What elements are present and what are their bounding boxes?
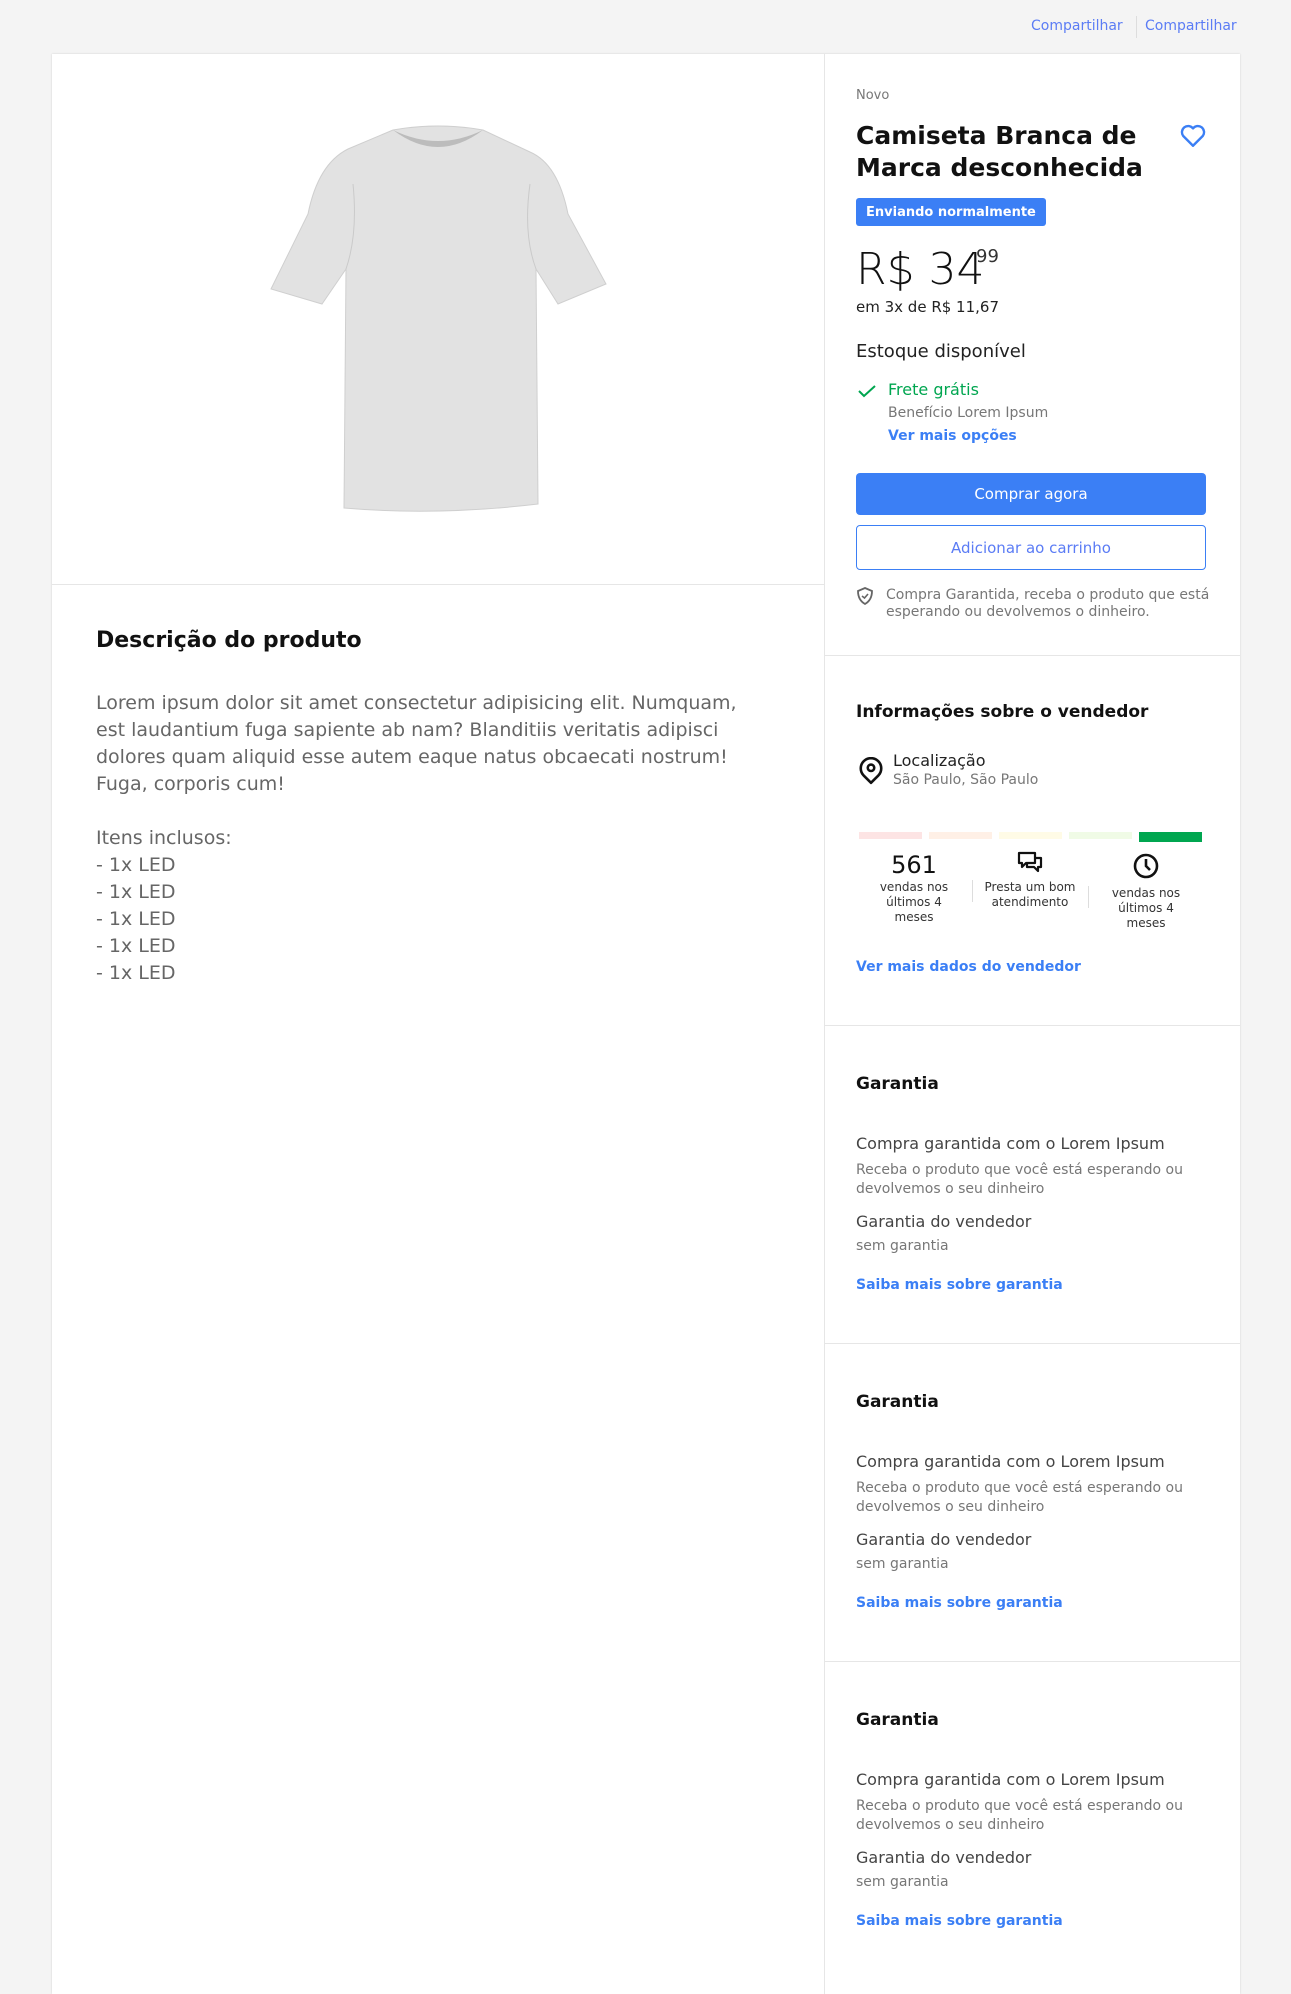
- sales-stat: 561 vendas nos últimos 4 meses: [864, 850, 964, 925]
- service-label: Presta um bom: [984, 880, 1076, 894]
- title-line: Marca desconhecida: [856, 153, 1143, 182]
- shipping-benefit: Benefício Lorem Ipsum: [888, 405, 1049, 421]
- sales-label: vendas nos: [879, 880, 949, 894]
- warranty-desc-line: Receba o produto que você está esperando…: [856, 1798, 1183, 1814]
- sales-count: 561: [891, 851, 937, 879]
- warranty-guaranteed: Compra garantida com o Lorem Ipsum: [856, 1134, 1165, 1153]
- seller-title: Informações sobre o vendedor: [856, 702, 1149, 722]
- free-shipping: Frete grátis: [888, 380, 979, 399]
- clock-icon: [1133, 853, 1159, 879]
- guarantee-note: Compra Garantida, receba o produto que e…: [886, 587, 1209, 621]
- seller-warranty-value: sem garantia: [856, 1874, 949, 1890]
- warranty-desc: Receba o produto que você está esperando…: [856, 1479, 1183, 1517]
- heart-icon[interactable]: [1180, 124, 1206, 148]
- product-title: Camiseta Branca de Marca desconhecida: [856, 120, 1143, 184]
- guarantee-line: esperando ou devolvemos o dinheiro.: [886, 604, 1150, 620]
- title-line: Camiseta Branca de: [856, 121, 1137, 150]
- price: R$ 34: [856, 244, 985, 295]
- warranty-more-link[interactable]: Saiba mais sobre garantia: [856, 1595, 1063, 1611]
- section-divider: [824, 1025, 1240, 1026]
- sales-label: últimos 4: [886, 895, 942, 909]
- warranty-title: Garantia: [856, 1074, 939, 1094]
- sales-label: meses: [894, 910, 934, 924]
- section-divider: [824, 1661, 1240, 1662]
- seller-warranty-title: Garantia do vendedor: [856, 1212, 1032, 1231]
- warranty-desc-line: devolvemos o seu dinheiro: [856, 1817, 1045, 1833]
- location-label: Localização: [893, 751, 986, 770]
- stock-label: Estoque disponível: [856, 341, 1026, 362]
- price-cents: 99: [976, 246, 999, 267]
- chat-bubbles-icon: [1017, 851, 1043, 873]
- items-title: Itens inclusos:: [96, 827, 232, 849]
- more-options-link[interactable]: Ver mais opções: [888, 428, 1017, 444]
- shipping-badge: Enviando normalmente: [856, 198, 1046, 226]
- item: - 1x LED: [96, 908, 176, 930]
- description-line: Lorem ipsum dolor sit amet consectetur a…: [96, 692, 737, 714]
- service-stat: Presta um bom atendimento: [975, 850, 1085, 910]
- description-line: dolores quam aliquid esse autem eaque na…: [96, 746, 728, 768]
- warranty-desc-line: Receba o produto que você está esperando…: [856, 1480, 1183, 1496]
- add-to-cart-button[interactable]: Adicionar ao carrinho: [856, 525, 1206, 570]
- stat-divider: [972, 880, 973, 902]
- item: - 1x LED: [96, 854, 176, 876]
- time-label: vendas nos: [1111, 886, 1181, 900]
- reputation-level-4: [1069, 832, 1132, 839]
- tshirt-image: [270, 125, 607, 512]
- share-link-1[interactable]: Compartilhar: [1031, 18, 1123, 34]
- reputation-level-3: [999, 832, 1062, 839]
- warranty-title: Garantia: [856, 1392, 939, 1412]
- warranty-title: Garantia: [856, 1710, 939, 1730]
- service-label: atendimento: [991, 895, 1069, 909]
- seller-more-link[interactable]: Ver mais dados do vendedor: [856, 959, 1081, 975]
- seller-warranty-value: sem garantia: [856, 1556, 949, 1572]
- description-title: Descrição do produto: [96, 628, 362, 653]
- description-text: Lorem ipsum dolor sit amet consectetur a…: [96, 690, 737, 987]
- buy-now-button[interactable]: Comprar agora: [856, 473, 1206, 515]
- seller-warranty-title: Garantia do vendedor: [856, 1848, 1032, 1867]
- guarantee-line: Compra Garantida, receba o produto que e…: [886, 587, 1210, 603]
- description-line: Fuga, corporis cum!: [96, 773, 285, 795]
- warranty-desc-line: devolvemos o seu dinheiro: [856, 1181, 1045, 1197]
- check-icon: [858, 385, 876, 398]
- item: - 1x LED: [96, 962, 176, 984]
- column-divider: [824, 54, 825, 1994]
- section-divider: [824, 655, 1240, 656]
- item: - 1x LED: [96, 935, 176, 957]
- warranty-desc-line: Receba o produto que você está esperando…: [856, 1162, 1183, 1178]
- warranty-more-link[interactable]: Saiba mais sobre garantia: [856, 1913, 1063, 1929]
- seller-warranty-title: Garantia do vendedor: [856, 1530, 1032, 1549]
- reputation-level-5: [1139, 832, 1202, 842]
- share-link-2[interactable]: Compartilhar: [1145, 18, 1237, 34]
- image-divider: [52, 584, 824, 585]
- warranty-desc: Receba o produto que você está esperando…: [856, 1797, 1183, 1835]
- item: - 1x LED: [96, 881, 176, 903]
- description-line: est laudantium fuga sapiente ab nam? Bla…: [96, 719, 719, 741]
- warranty-guaranteed: Compra garantida com o Lorem Ipsum: [856, 1770, 1165, 1789]
- warranty-more-link[interactable]: Saiba mais sobre garantia: [856, 1277, 1063, 1293]
- location-value: São Paulo, São Paulo: [893, 772, 1039, 788]
- section-divider: [824, 1343, 1240, 1344]
- share-divider: [1136, 16, 1137, 38]
- reputation-level-2: [929, 832, 992, 839]
- time-label: meses: [1126, 916, 1166, 930]
- reputation-level-1: [859, 832, 922, 839]
- time-label: últimos 4: [1118, 901, 1174, 915]
- condition-label: Novo: [856, 88, 890, 103]
- warranty-guaranteed: Compra garantida com o Lorem Ipsum: [856, 1452, 1165, 1471]
- location-pin-icon: [859, 757, 883, 785]
- warranty-desc: Receba o produto que você está esperando…: [856, 1161, 1183, 1199]
- product-card: [52, 54, 1240, 1994]
- installments: em 3x de R$ 11,67: [856, 298, 999, 316]
- time-stat: vendas nos últimos 4 meses: [1096, 852, 1196, 931]
- warranty-desc-line: devolvemos o seu dinheiro: [856, 1499, 1045, 1515]
- seller-warranty-value: sem garantia: [856, 1238, 949, 1254]
- stat-divider: [1088, 886, 1089, 908]
- shield-icon: [857, 587, 873, 605]
